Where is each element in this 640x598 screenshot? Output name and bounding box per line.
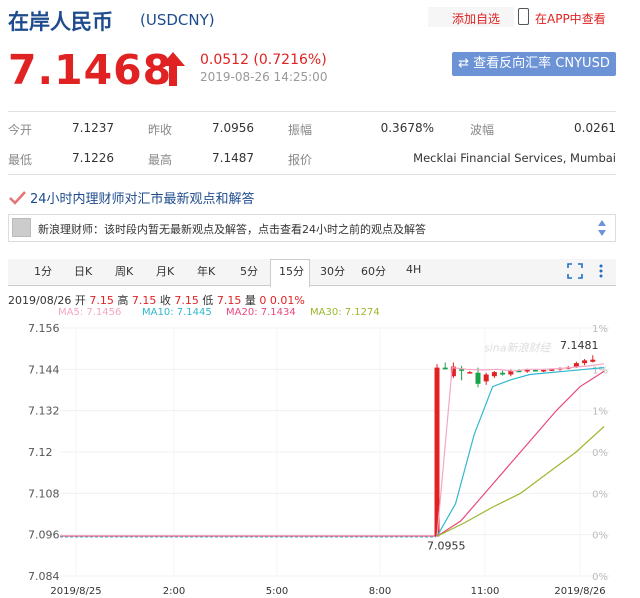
y-tick-label: 7.084 xyxy=(28,570,60,583)
tab-year-k[interactable]: 年K xyxy=(197,263,215,279)
info-date: 2019/08/26 xyxy=(8,294,72,307)
avatar xyxy=(12,218,31,237)
x-tick-label: 5:00 xyxy=(266,586,288,597)
reverse-rate-button[interactable]: ⇄ 查看反向汇率 CNYUSD xyxy=(452,52,616,76)
stat-label: 报价 xyxy=(288,153,313,167)
candle-body xyxy=(459,369,465,371)
stat-label: 最高 xyxy=(148,153,173,167)
stat-value: 7.1237 xyxy=(72,121,114,135)
candle-body xyxy=(500,372,506,375)
symbol-code: (USDCNY) xyxy=(140,11,215,29)
tab-week-k[interactable]: 周K xyxy=(115,263,133,279)
stat-label: 最低 xyxy=(8,153,33,167)
tab-month-k[interactable]: 月K xyxy=(156,263,174,279)
tab-30min[interactable]: 30分 xyxy=(320,263,345,279)
candle-body xyxy=(491,372,497,377)
y-tick-label: 7.144 xyxy=(28,363,60,376)
candle-body xyxy=(541,370,547,372)
ma20-legend: MA20: 7.1434 xyxy=(226,307,296,318)
candle-body xyxy=(483,374,489,382)
pct-tick-label: 1% xyxy=(592,365,608,376)
candle-body xyxy=(467,372,473,374)
stat-value: 7.1487 xyxy=(212,151,254,165)
pct-value: 0.01% xyxy=(269,294,305,307)
close-value: 7.15 xyxy=(174,294,199,307)
stat-label: 波幅 xyxy=(470,123,495,137)
stat-label: 振幅 xyxy=(288,123,313,137)
volume-label: 量 xyxy=(244,294,256,307)
more-options-icon[interactable] xyxy=(597,263,605,279)
view-in-app-link[interactable]: 在APP中查看 xyxy=(535,10,606,27)
pct-tick-label: 0% xyxy=(592,489,608,500)
ma30-legend: MA30: 7.1274 xyxy=(310,307,380,318)
min-label: 7.0955 xyxy=(427,539,466,552)
up-arrow-icon xyxy=(161,52,185,86)
current-price: 7.1468 xyxy=(8,46,173,94)
tab-day-k[interactable]: 日K xyxy=(74,263,92,279)
fullscreen-icon[interactable] xyxy=(567,263,583,279)
candle-body xyxy=(590,359,596,362)
y-tick-label: 7.12 xyxy=(28,446,53,459)
x-tick-label: 8:00 xyxy=(369,586,391,597)
news-heading: 24小时内理财师对汇市最新观点和解答 xyxy=(30,192,255,207)
x-tick-label: 2019/8/26 xyxy=(554,586,605,597)
y-tick-label: 7.132 xyxy=(28,405,60,418)
low-label: 低 xyxy=(202,294,214,307)
period-tabs xyxy=(8,259,616,286)
volume-value: 0 xyxy=(259,294,267,307)
divider xyxy=(8,174,616,175)
pct-tick-label: 1% xyxy=(592,407,608,418)
add-favorite-link[interactable]: 添加自选 xyxy=(452,10,500,27)
high-label: 高 xyxy=(117,294,129,307)
max-label: 7.1481 xyxy=(560,339,599,352)
stat-label: 今开 xyxy=(8,123,33,137)
tab-4h[interactable]: 4H xyxy=(406,263,421,276)
pct-tick-label: 0% xyxy=(592,531,608,542)
pct-tick-label: 1% xyxy=(592,324,608,335)
check-icon xyxy=(9,191,26,205)
stat-value: 7.1226 xyxy=(72,151,114,165)
watermark: sina新浪财经 xyxy=(484,342,551,355)
tab-1min[interactable]: 1分 xyxy=(34,263,52,279)
phone-icon xyxy=(518,8,529,25)
candle-body xyxy=(524,370,530,372)
ohlc-info-bar: 2019/08/26 开 7.15 高 7.15 收 7.15 低 7.15 量… xyxy=(8,292,305,308)
candle-body xyxy=(475,372,481,384)
x-tick-label: 2:00 xyxy=(163,586,185,597)
tab-60min[interactable]: 60分 xyxy=(361,263,386,279)
scroll-updown-icon[interactable] xyxy=(596,218,608,238)
close-label: 收 xyxy=(159,294,171,307)
price-change: 0.0512 (0.7216%) xyxy=(200,52,327,68)
y-tick-label: 7.108 xyxy=(28,487,60,500)
news-text[interactable]: 新浪理财师：该时段内暂无最新观点及解答，点击查看24小时之前的观点及解答 xyxy=(38,221,426,237)
tab-15min[interactable]: 15分 xyxy=(279,263,304,279)
stat-value: 0.3678% xyxy=(380,121,434,135)
stat-value: 0.0261 xyxy=(574,121,616,135)
candle-body xyxy=(582,360,588,364)
ma10-legend: MA10: 7.1445 xyxy=(142,307,212,318)
pct-tick-label: 0% xyxy=(592,448,608,459)
stat-label: 昨收 xyxy=(148,123,173,137)
candle-body xyxy=(442,367,448,370)
divider xyxy=(8,111,616,112)
open-value: 7.15 xyxy=(89,294,114,307)
quote-source: Mecklai Financial Services, Mumbai xyxy=(413,151,616,165)
y-tick-label: 7.096 xyxy=(28,529,60,542)
high-value: 7.15 xyxy=(131,294,157,307)
ma5-legend: MA5: 7.1456 xyxy=(58,307,122,318)
ma-line xyxy=(436,370,605,537)
x-tick-label: 2019/8/25 xyxy=(50,586,101,597)
tab-5min[interactable]: 5分 xyxy=(240,263,258,279)
stat-value: 7.0956 xyxy=(212,121,254,135)
x-tick-label: 11:00 xyxy=(471,586,500,597)
kline-chart[interactable]: 7.156 1% 7.144 1% 7.132 1% 7.12 0% 7.108 0% 7.096 0… xyxy=(0,318,640,598)
low-value: 7.15 xyxy=(216,294,242,307)
candle-body xyxy=(532,370,538,372)
page-title: 在岸人民币 xyxy=(8,10,113,34)
open-label: 开 xyxy=(74,294,86,307)
quote-time: 2019-08-26 14:25:00 xyxy=(200,70,328,84)
y-tick-label: 7.156 xyxy=(28,322,60,335)
pct-tick-label: 0% xyxy=(592,572,608,583)
